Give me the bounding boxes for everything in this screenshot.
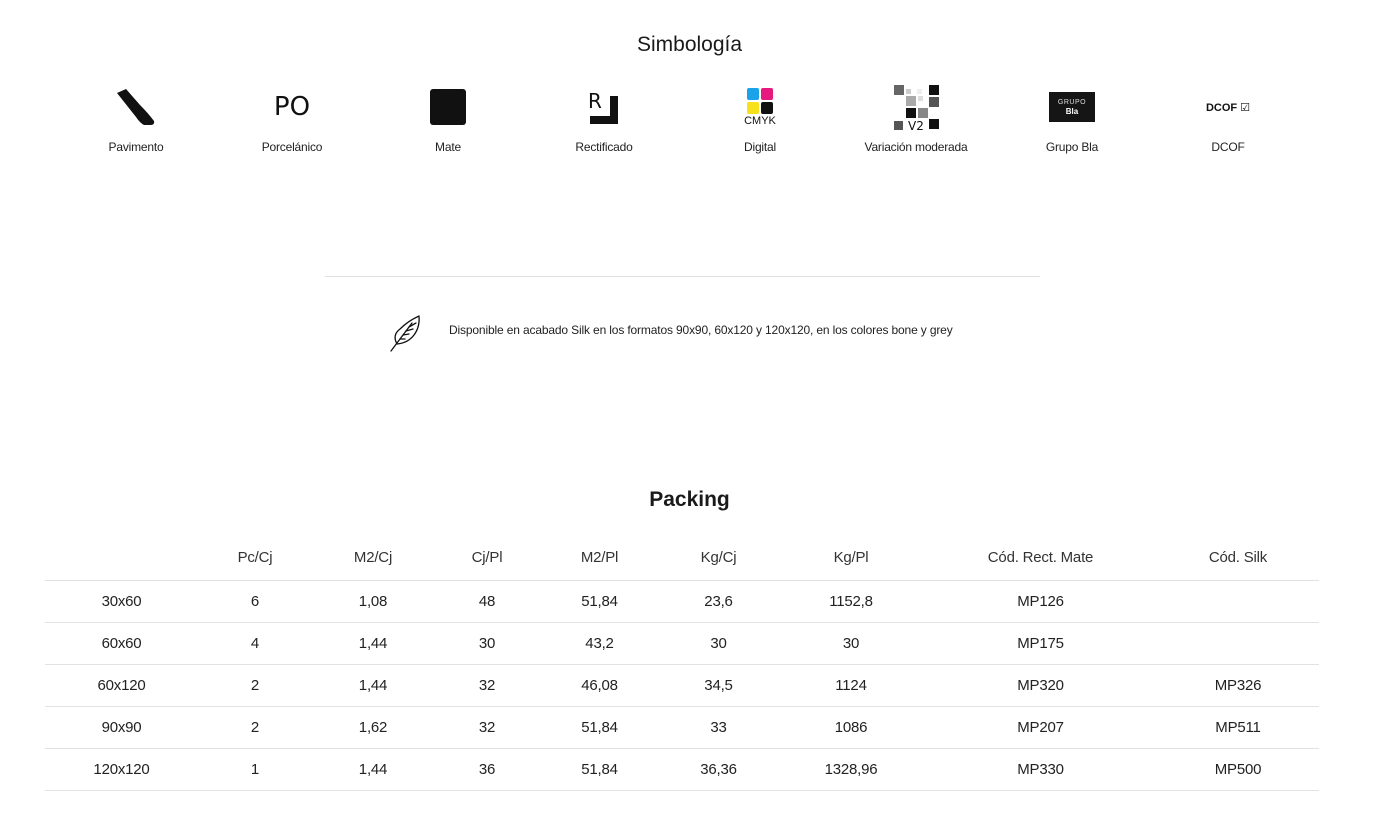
packing-table: Pc/Cj M2/Cj Cj/Pl M2/Pl Kg/Cj Kg/Pl Cód.… (45, 536, 1319, 791)
table-cell: 1,44 (312, 622, 434, 665)
table-cell: 4 (198, 622, 312, 665)
symbol-pavimento: Pavimento (58, 84, 214, 164)
table-cell: 6 (198, 580, 312, 623)
symbology-row: Pavimento PO Porcelánico Mate R Rectific… (58, 84, 1306, 164)
table-cell: MP320 (924, 664, 1157, 707)
table-cell: 23,6 (659, 580, 778, 623)
table-cell: 36,36 (659, 748, 778, 791)
table-cell: 90x90 (45, 706, 198, 749)
matte-square-icon (418, 84, 478, 130)
column-header: Kg/Cj (659, 536, 778, 581)
symbol-label: Digital (744, 140, 776, 154)
table-cell: 43,2 (540, 622, 659, 665)
column-header: Cód. Silk (1157, 536, 1319, 581)
table-cell: 60x120 (45, 664, 198, 707)
table-cell: MP126 (924, 580, 1157, 623)
table-cell: MP511 (1157, 706, 1319, 749)
symbol-rectificado: R Rectificado (526, 84, 682, 164)
table-cell: MP175 (924, 622, 1157, 665)
section-divider (325, 276, 1040, 277)
symbol-label: DCOF (1211, 140, 1245, 154)
table-cell: 60x60 (45, 622, 198, 665)
column-header: Pc/Cj (198, 536, 312, 581)
table-cell: 48 (434, 580, 540, 623)
table-cell: 1 (198, 748, 312, 791)
table-row: 120x120 1 1,44 36 51,84 36,36 1328,96 MP… (45, 748, 1319, 791)
symbol-label: Rectificado (575, 140, 633, 154)
symbol-label: Variación moderada (864, 140, 968, 154)
symbol-digital: CMYK Digital (682, 84, 838, 164)
feather-icon (386, 313, 426, 353)
symbol-label: Mate (435, 140, 461, 154)
column-header: Cód. Rect. Mate (924, 536, 1157, 581)
table-cell: 1086 (778, 706, 924, 749)
table-cell: 1,44 (312, 664, 434, 707)
table-row: 60x60 4 1,44 30 43,2 30 30 MP175 (45, 622, 1319, 665)
symbology-title: Simbología (636, 33, 743, 56)
table-cell: 1,08 (312, 580, 434, 623)
product-spec-page: Simbología Pavimento PO Porcelánico Mate (0, 0, 1379, 840)
table-cell: 1,62 (312, 706, 434, 749)
floor-tile-foot-icon (106, 84, 166, 130)
column-header: Kg/Pl (778, 536, 924, 581)
svg-text:R: R (588, 89, 602, 113)
grupo-bla-icon: GRUPO Bla (1042, 84, 1102, 130)
table-cell: 1328,96 (778, 748, 924, 791)
table-cell: 2 (198, 706, 312, 749)
porcelain-po-icon: PO (273, 92, 311, 122)
symbol-grupo-bla: GRUPO Bla Grupo Bla (994, 84, 1150, 164)
dcof-icon: DCOF ☑ (1205, 101, 1251, 114)
packing-title: Packing (649, 488, 730, 511)
symbol-dcof: DCOF ☑ DCOF (1150, 84, 1306, 164)
table-cell: 33 (659, 706, 778, 749)
table-cell: 2 (198, 664, 312, 707)
symbol-variacion: V2 Variación moderada (838, 84, 994, 164)
table-row: 60x120 2 1,44 32 46,08 34,5 1124 MP320 M… (45, 664, 1319, 707)
column-header: Cj/Pl (434, 536, 540, 581)
table-cell: 1,44 (312, 748, 434, 791)
silk-availability-note: Disponible en acabado Silk en los format… (449, 323, 953, 337)
symbol-label: Pavimento (108, 140, 164, 154)
table-cell: 36 (434, 748, 540, 791)
table-cell: MP207 (924, 706, 1157, 749)
table-cell: 32 (434, 664, 540, 707)
table-cell (1157, 580, 1319, 623)
table-cell: MP326 (1157, 664, 1319, 707)
table-cell: 120x120 (45, 748, 198, 791)
table-cell: 1124 (778, 664, 924, 707)
table-row: 90x90 2 1,62 32 51,84 33 1086 MP207 MP51… (45, 706, 1319, 749)
table-cell: 1152,8 (778, 580, 924, 623)
table-cell: 30x60 (45, 580, 198, 623)
table-row: 30x60 6 1,08 48 51,84 23,6 1152,8 MP126 (45, 580, 1319, 623)
table-cell: MP500 (1157, 748, 1319, 791)
symbol-label: Porcelánico (261, 140, 323, 154)
table-cell: 51,84 (540, 706, 659, 749)
table-cell: 30 (778, 622, 924, 665)
symbol-porcelanico: PO Porcelánico (214, 84, 370, 164)
table-cell: MP330 (924, 748, 1157, 791)
table-cell: 51,84 (540, 748, 659, 791)
table-cell: 51,84 (540, 580, 659, 623)
shade-variation-v2-icon: V2 (886, 84, 946, 131)
table-cell: 46,08 (540, 664, 659, 707)
cmyk-digital-icon: CMYK (730, 84, 790, 130)
symbol-label: Grupo Bla (1045, 140, 1099, 154)
table-header-row: Pc/Cj M2/Cj Cj/Pl M2/Pl Kg/Cj Kg/Pl Cód.… (45, 536, 1319, 581)
rectified-r-icon: R (574, 84, 634, 130)
table-cell: 32 (434, 706, 540, 749)
table-cell: 30 (434, 622, 540, 665)
column-header: M2/Cj (312, 536, 434, 581)
table-cell (1157, 622, 1319, 665)
table-cell: 34,5 (659, 664, 778, 707)
column-header: M2/Pl (540, 536, 659, 581)
svg-text:V2: V2 (908, 119, 924, 131)
column-header (45, 536, 198, 581)
table-cell: 30 (659, 622, 778, 665)
symbol-mate: Mate (370, 84, 526, 164)
